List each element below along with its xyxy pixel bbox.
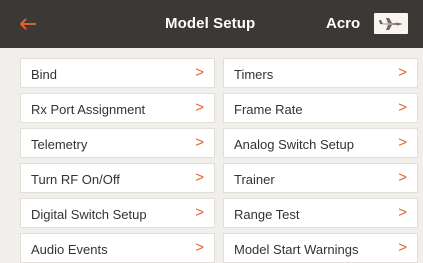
menu-item-turn-rf-on-off[interactable]: Turn RF On/Off >: [20, 163, 215, 193]
menu-grid: Bind > Timers > Rx Port Assignment > Fra…: [20, 58, 418, 263]
menu-item-timers[interactable]: Timers >: [223, 58, 418, 88]
chevron-right-icon: >: [398, 99, 407, 116]
back-arrow-icon: [20, 18, 36, 30]
menu-item-bind[interactable]: Bind >: [20, 58, 215, 88]
menu-item-digital-switch-setup[interactable]: Digital Switch Setup >: [20, 198, 215, 228]
menu-item-rx-port-assignment[interactable]: Rx Port Assignment >: [20, 93, 215, 123]
chevron-right-icon: >: [398, 64, 407, 81]
back-button[interactable]: [14, 10, 42, 38]
chevron-right-icon: >: [398, 239, 407, 256]
menu-item-audio-events[interactable]: Audio Events >: [20, 233, 215, 263]
model-type-label: Acro: [326, 15, 361, 32]
chevron-right-icon: >: [195, 169, 204, 186]
menu-item-trainer[interactable]: Trainer >: [223, 163, 418, 193]
chevron-right-icon: >: [195, 99, 204, 116]
menu-item-label: Rx Port Assignment: [31, 102, 146, 117]
menu-item-label: Digital Switch Setup: [31, 207, 147, 222]
chevron-right-icon: >: [195, 204, 204, 221]
chevron-right-icon: >: [398, 169, 407, 186]
top-bar: Model Setup Acro: [0, 0, 423, 48]
menu-item-model-start-warnings[interactable]: Model Start Warnings >: [223, 233, 418, 263]
chevron-right-icon: >: [195, 134, 204, 151]
menu-item-label: Telemetry: [31, 137, 88, 152]
aircraft-thumbnail-icon: [374, 13, 408, 34]
page-title: Model Setup: [165, 15, 256, 32]
menu-item-label: Turn RF On/Off: [31, 172, 120, 187]
chevron-right-icon: >: [398, 134, 407, 151]
menu-item-label: Bind: [31, 67, 58, 82]
menu-item-label: Analog Switch Setup: [234, 137, 354, 152]
menu-item-label: Timers: [234, 67, 274, 82]
menu-item-analog-switch-setup[interactable]: Analog Switch Setup >: [223, 128, 418, 158]
menu-item-label: Trainer: [234, 172, 275, 187]
menu-item-telemetry[interactable]: Telemetry >: [20, 128, 215, 158]
menu-item-frame-rate[interactable]: Frame Rate >: [223, 93, 418, 123]
chevron-right-icon: >: [398, 204, 407, 221]
menu-item-label: Range Test: [234, 207, 300, 222]
menu-item-range-test[interactable]: Range Test >: [223, 198, 418, 228]
chevron-right-icon: >: [195, 239, 204, 256]
chevron-right-icon: >: [195, 64, 204, 81]
menu-item-label: Frame Rate: [234, 102, 303, 117]
